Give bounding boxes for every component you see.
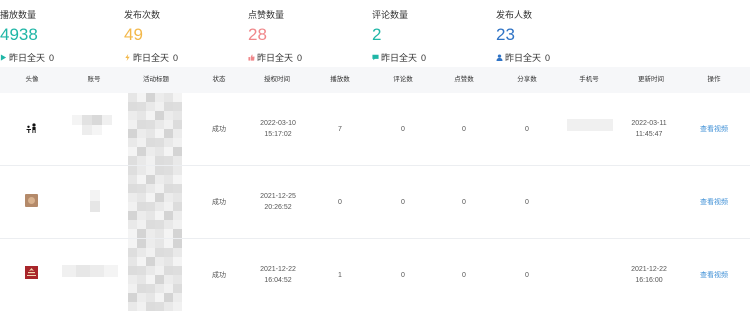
phone-redacted: [567, 119, 613, 131]
table-row: 成功 2022-03-10 15:17:02 7 0 0 0 2022-03-1…: [0, 93, 750, 166]
view-video-link[interactable]: 查看视频: [698, 197, 730, 208]
stat-yesterday: 昨日全天 0: [124, 51, 178, 64]
likes-cell: 0: [462, 199, 466, 206]
comment-icon: [372, 54, 379, 61]
likes-cell: 0: [462, 272, 466, 279]
header-auth-time: 授权时间: [264, 76, 290, 83]
thumbs-up-icon: [248, 54, 255, 61]
header-action: 操作: [707, 76, 721, 83]
comments-cell: 0: [401, 199, 405, 206]
header-updated: 更新时间: [638, 76, 664, 83]
updated-cell: 2021-12-22 16:16:00: [631, 266, 667, 284]
stat-like-count: 点赞数量 28 昨日全天 0: [248, 0, 372, 66]
stat-yesterday: 昨日全天 0: [248, 51, 302, 64]
stat-yesterday-label: 昨日全天: [505, 53, 542, 63]
status-cell: 成功: [212, 272, 226, 279]
stat-yesterday-value: 0: [49, 52, 55, 63]
comments-cell: 0: [401, 126, 405, 133]
photo-avatar: [25, 194, 38, 207]
view-video-link[interactable]: 查看视频: [698, 270, 730, 281]
plays-cell: 7: [338, 126, 342, 133]
header-shares: 分享数: [517, 76, 537, 83]
stat-yesterday-value: 0: [545, 52, 551, 63]
plays-cell: 1: [338, 272, 342, 279]
header-plays: 播放数: [330, 76, 350, 83]
shares-cell: 0: [525, 199, 529, 206]
stat-publisher-count: 发布人数 23 昨日全天 0: [496, 0, 620, 66]
stat-value: 49: [124, 25, 143, 44]
account-redacted: [90, 190, 100, 212]
auth-time-cell: 2022-03-10 15:17:02: [260, 120, 296, 138]
stats-bar: 播放数量 4938 昨日全天 0 发布次数 49 昨日全天 0 点赞数量 28 …: [0, 0, 750, 66]
stat-yesterday-label: 昨日全天: [9, 53, 46, 63]
stat-label: 发布人数: [496, 10, 533, 20]
stat-yesterday: 昨日全天 0: [0, 51, 54, 64]
header-account: 账号: [87, 76, 101, 83]
plays-cell: 0: [338, 199, 342, 206]
red-logo-avatar: [25, 266, 38, 279]
auth-time-cell: 2021-12-22 16:04:52: [260, 266, 296, 284]
header-title: 活动标题: [143, 76, 169, 83]
status-cell: 成功: [212, 126, 226, 133]
stat-yesterday-value: 0: [173, 52, 179, 63]
stat-value: 4938: [0, 25, 38, 44]
auth-time-cell: 2021-12-25 20:26:52: [260, 193, 296, 211]
table-row: 成功 2021-12-25 20:26:52 0 0 0 0 查看视频: [0, 166, 750, 239]
user-icon: [496, 54, 503, 61]
updated-cell: 2022-03-11 11:45:47: [631, 120, 667, 138]
shares-cell: 0: [525, 126, 529, 133]
header-avatar: 头像: [25, 76, 39, 83]
title-redacted: [128, 93, 182, 165]
lightning-icon: [125, 54, 130, 61]
stat-value: 28: [248, 25, 267, 44]
account-redacted: [72, 115, 112, 135]
stat-label: 点赞数量: [248, 10, 285, 20]
view-video-link[interactable]: 查看视频: [698, 124, 730, 135]
title-redacted: [128, 239, 182, 311]
stat-value: 23: [496, 25, 515, 44]
likes-cell: 0: [462, 126, 466, 133]
stat-play-count: 播放数量 4938 昨日全天 0: [0, 0, 124, 66]
stat-publish-count: 发布次数 49 昨日全天 0: [124, 0, 248, 66]
table-row: 成功 2021-12-22 16:04:52 1 0 0 0 2021-12-2…: [0, 239, 750, 311]
stat-label: 评论数量: [372, 10, 409, 20]
play-icon: [0, 54, 7, 61]
stat-yesterday: 昨日全天 0: [372, 51, 426, 64]
status-cell: 成功: [212, 199, 226, 206]
stat-yesterday: 昨日全天 0: [496, 51, 550, 64]
header-likes: 点赞数: [454, 76, 474, 83]
account-redacted: [62, 265, 118, 277]
shares-cell: 0: [525, 272, 529, 279]
title-redacted: [128, 166, 182, 238]
stat-value: 2: [372, 25, 382, 44]
stat-yesterday-label: 昨日全天: [381, 53, 418, 63]
comments-cell: 0: [401, 272, 405, 279]
black-figure-avatar: [25, 122, 38, 135]
stat-label: 发布次数: [124, 10, 161, 20]
header-comments: 评论数: [393, 76, 413, 83]
stat-yesterday-label: 昨日全天: [133, 53, 170, 63]
header-status: 状态: [212, 76, 226, 83]
stat-label: 播放数量: [0, 10, 37, 20]
stat-yesterday-value: 0: [421, 52, 427, 63]
stat-yesterday-value: 0: [297, 52, 303, 63]
stat-comment-count: 评论数量 2 昨日全天 0: [372, 0, 496, 66]
stat-yesterday-label: 昨日全天: [257, 53, 294, 63]
table-header: 头像 账号 活动标题 状态 授权时间 播放数 评论数 点赞数 分享数 手机号 更…: [0, 67, 750, 93]
header-phone: 手机号: [579, 76, 599, 83]
